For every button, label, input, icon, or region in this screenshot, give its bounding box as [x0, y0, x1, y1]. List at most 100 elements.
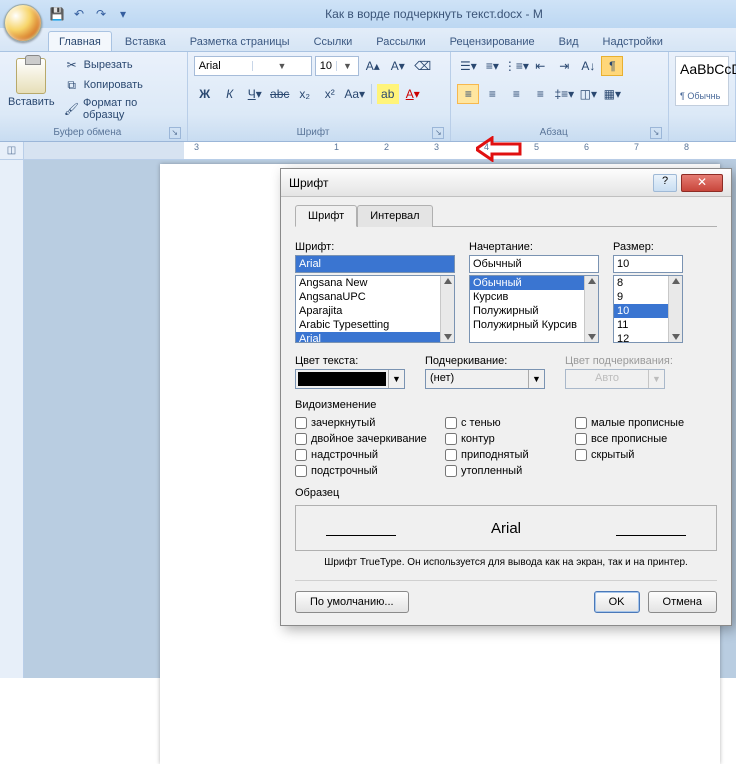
tab-insert[interactable]: Вставка: [114, 31, 177, 51]
shading-button[interactable]: ◫▾: [577, 84, 599, 104]
check-engrave[interactable]: утопленный: [445, 465, 575, 477]
cancel-button[interactable]: Отмена: [648, 591, 717, 613]
style-listbox[interactable]: Обычный Курсив Полужирный Полужирный Кур…: [469, 275, 599, 343]
dialog-tab-font[interactable]: Шрифт: [295, 205, 357, 227]
strike-button[interactable]: abc: [269, 84, 291, 104]
tab-pagelayout[interactable]: Разметка страницы: [179, 31, 301, 51]
office-button[interactable]: [4, 4, 42, 42]
align-left-button[interactable]: ≡: [457, 84, 479, 104]
check-super[interactable]: надстрочный: [295, 449, 445, 461]
sample-label: Образец: [295, 487, 717, 499]
underline-label: Подчеркивание:: [425, 355, 545, 367]
underline-color-label: Цвет подчеркивания:: [565, 355, 673, 367]
copy-button[interactable]: ⧉Копировать: [61, 76, 181, 94]
dialog-title: Шрифт: [289, 176, 653, 190]
font-name-input[interactable]: [295, 255, 455, 273]
horizontal-ruler[interactable]: 3 1 2 3 4 5 6 7 8: [24, 142, 736, 160]
font-color-combo[interactable]: ▼: [295, 369, 405, 389]
chevron-down-icon: ▼: [528, 370, 544, 388]
decrease-indent-button[interactable]: ⇤: [529, 56, 551, 76]
scrollbar[interactable]: [584, 276, 598, 342]
tab-review[interactable]: Рецензирование: [439, 31, 546, 51]
check-dstrike[interactable]: двойное зачеркивание: [295, 433, 445, 445]
increase-indent-button[interactable]: ⇥: [553, 56, 575, 76]
italic-button[interactable]: К: [219, 84, 241, 104]
clipboard-launcher[interactable]: ↘: [169, 127, 181, 139]
tab-mailings[interactable]: Рассылки: [365, 31, 436, 51]
multilevel-button[interactable]: ⋮≡▾: [505, 56, 527, 76]
sample-preview: Arial: [295, 505, 717, 551]
shrink-font-button[interactable]: A▾: [387, 56, 409, 76]
check-sub[interactable]: подстрочный: [295, 465, 445, 477]
format-painter-button[interactable]: 🖌Формат по образцу: [61, 96, 181, 122]
ok-button[interactable]: OK: [594, 591, 640, 613]
font-group-label: Шрифт: [194, 126, 433, 139]
scrollbar[interactable]: [668, 276, 682, 342]
copy-icon: ⧉: [64, 77, 80, 93]
save-icon[interactable]: 💾: [48, 5, 66, 23]
red-arrow-annotation: [476, 136, 522, 162]
font-color-button[interactable]: A▾: [402, 84, 424, 104]
check-strike[interactable]: зачеркнутый: [295, 417, 445, 429]
check-allcaps[interactable]: все прописные: [575, 433, 705, 445]
color-swatch: [298, 372, 386, 386]
numbering-button[interactable]: ≡▾: [481, 56, 503, 76]
scrollbar[interactable]: [440, 276, 454, 342]
dialog-help-button[interactable]: ?: [653, 174, 677, 192]
bold-button[interactable]: Ж: [194, 84, 216, 104]
align-right-button[interactable]: ≡: [505, 84, 527, 104]
underline-combo[interactable]: (нет)▼: [425, 369, 545, 389]
qat-dropdown-icon[interactable]: ▾: [114, 5, 132, 23]
tab-addins[interactable]: Надстройки: [592, 31, 674, 51]
highlight-button[interactable]: ab: [377, 84, 399, 104]
tab-view[interactable]: Вид: [548, 31, 590, 51]
default-button[interactable]: По умолчанию...: [295, 591, 409, 613]
effects-label: Видоизменение: [295, 399, 717, 411]
clipboard-group-label: Буфер обмена: [6, 126, 169, 139]
scissors-icon: ✂: [64, 57, 80, 73]
show-marks-button[interactable]: ¶: [601, 56, 623, 76]
font-size-input[interactable]: [613, 255, 683, 273]
underline-button[interactable]: Ч▾: [244, 84, 266, 104]
size-listbox[interactable]: 8 9 10 11 12: [613, 275, 683, 343]
bullets-button[interactable]: ☰▾: [457, 56, 479, 76]
font-style-input[interactable]: [469, 255, 599, 273]
font-launcher[interactable]: ↘: [432, 127, 444, 139]
ribbon: Вставить ✂Вырезать ⧉Копировать 🖌Формат п…: [0, 52, 736, 142]
line-spacing-button[interactable]: ‡≡▾: [553, 84, 575, 104]
window-title: Как в ворде подчеркнуть текст.docx - M: [132, 7, 736, 21]
clear-format-button[interactable]: ⌫: [412, 56, 434, 76]
superscript-button[interactable]: x²: [319, 84, 341, 104]
paste-button[interactable]: Вставить: [6, 56, 57, 110]
justify-button[interactable]: ≡: [529, 84, 551, 104]
undo-icon[interactable]: ↶: [70, 5, 88, 23]
check-hidden[interactable]: скрытый: [575, 449, 705, 461]
change-case-button[interactable]: Aa▾: [344, 84, 366, 104]
font-listbox[interactable]: Angsana New AngsanaUPC Aparajita Arabic …: [295, 275, 455, 343]
tab-home[interactable]: Главная: [48, 31, 112, 51]
cut-button[interactable]: ✂Вырезать: [61, 56, 181, 74]
ruler-corner: ◫: [0, 142, 24, 160]
paste-icon: [16, 58, 46, 94]
font-name-combo[interactable]: Arial▼: [194, 56, 312, 76]
subscript-button[interactable]: x₂: [294, 84, 316, 104]
style-normal[interactable]: AaBbCcD ¶ Обычнь: [675, 56, 729, 106]
font-note: Шрифт TrueType. Он используется для выво…: [295, 557, 717, 568]
grow-font-button[interactable]: A▴: [362, 56, 384, 76]
sort-button[interactable]: A↓: [577, 56, 599, 76]
tab-references[interactable]: Ссылки: [303, 31, 364, 51]
check-outline[interactable]: контур: [445, 433, 575, 445]
dialog-tab-spacing[interactable]: Интервал: [357, 205, 432, 227]
check-smallcaps[interactable]: малые прописные: [575, 417, 705, 429]
check-shadow[interactable]: с тенью: [445, 417, 575, 429]
font-size-combo[interactable]: 10▼: [315, 56, 359, 76]
redo-icon[interactable]: ↷: [92, 5, 110, 23]
vertical-ruler[interactable]: [0, 160, 24, 678]
dialog-close-button[interactable]: ✕: [681, 174, 723, 192]
check-emboss[interactable]: приподнятый: [445, 449, 575, 461]
borders-button[interactable]: ▦▾: [601, 84, 623, 104]
font-label: Шрифт:: [295, 241, 455, 253]
font-color-label: Цвет текста:: [295, 355, 405, 367]
align-center-button[interactable]: ≡: [481, 84, 503, 104]
para-launcher[interactable]: ↘: [650, 127, 662, 139]
